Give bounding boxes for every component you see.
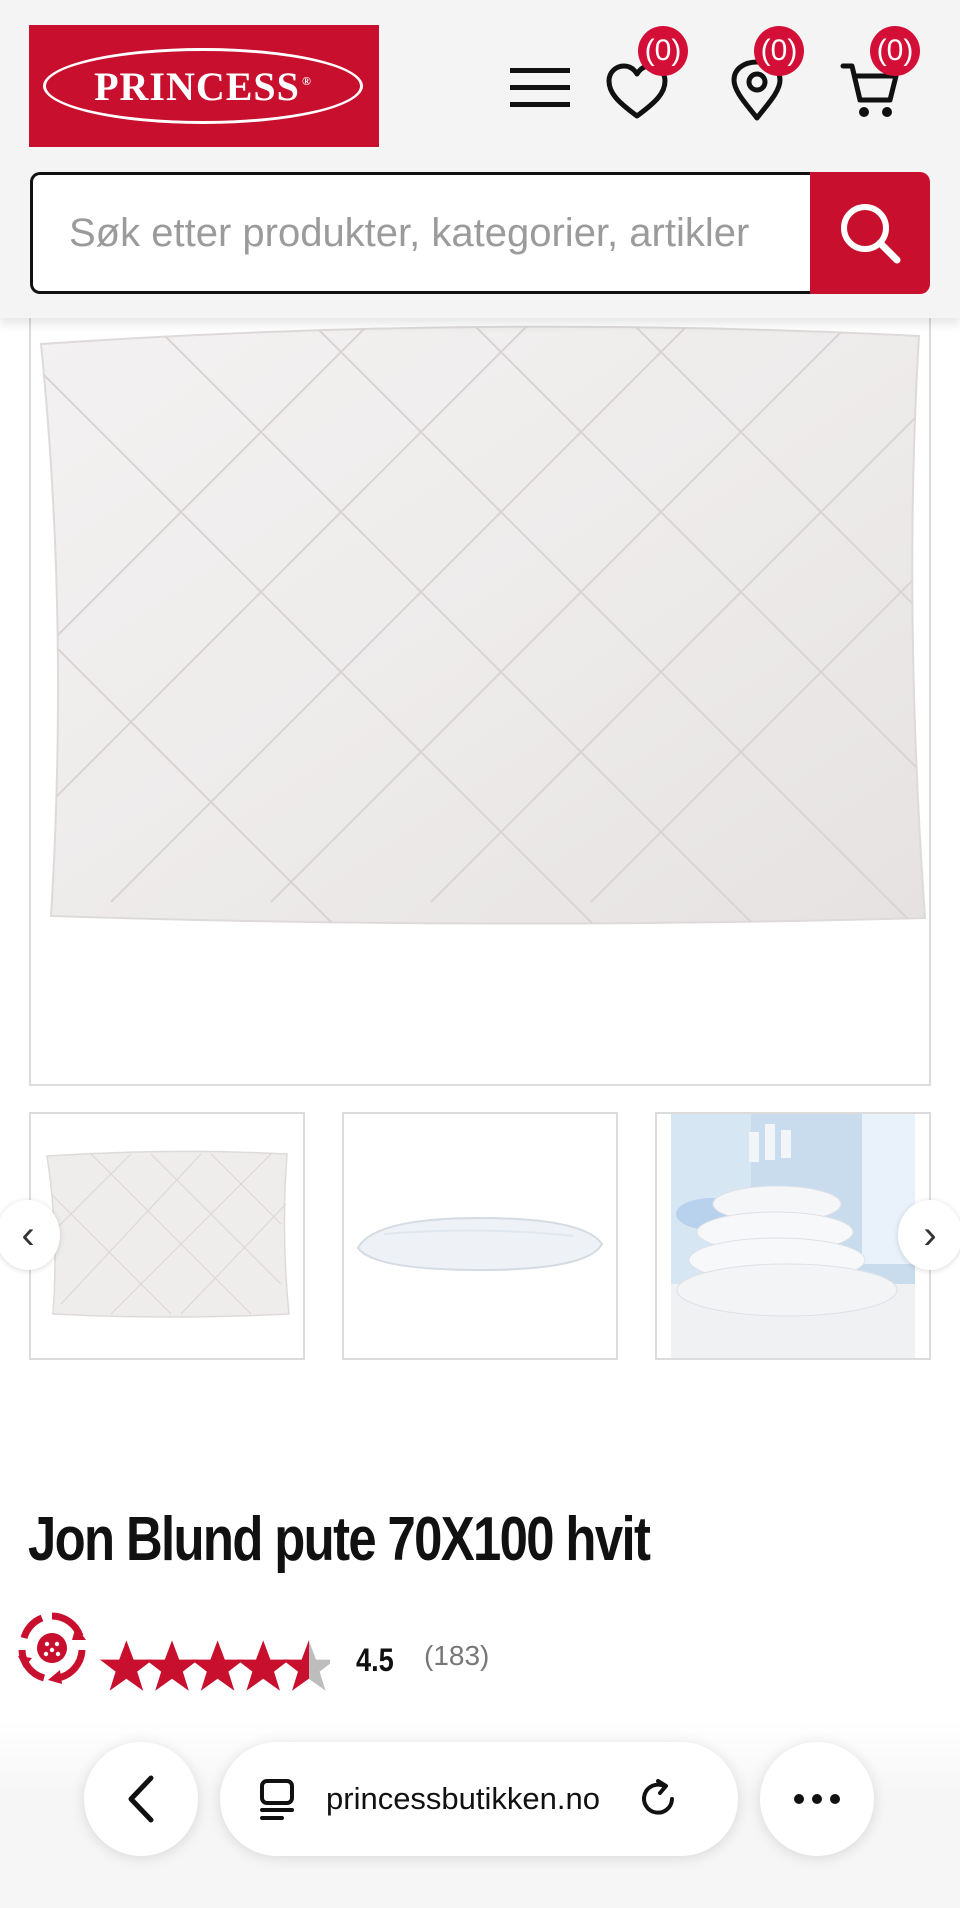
browser-back-button[interactable] bbox=[84, 1742, 198, 1856]
gallery-next-button[interactable]: › bbox=[898, 1200, 960, 1270]
store-locator-button[interactable]: (0) bbox=[724, 26, 804, 124]
address-bar[interactable]: princessbutikken.no bbox=[220, 1742, 738, 1856]
chevron-right-icon: › bbox=[923, 1212, 937, 1257]
logo-text: PRINCESS ® bbox=[94, 63, 312, 109]
princess-logo[interactable]: PRINCESS ® bbox=[29, 25, 379, 147]
site-header: PRINCESS ® (0) (0) (0) bbox=[0, 0, 960, 318]
product-title: Jon Blund pute 70X100 hvit bbox=[28, 1505, 651, 1574]
cart-button[interactable]: (0) bbox=[840, 26, 930, 124]
logo-oval: PRINCESS ® bbox=[43, 48, 363, 124]
browser-toolbar: princessbutikken.no bbox=[0, 1720, 960, 1908]
thumbnail-3[interactable] bbox=[655, 1112, 931, 1360]
thumbnail-2[interactable] bbox=[342, 1112, 618, 1360]
search-bar bbox=[30, 172, 930, 294]
pillow-thumbnail-image bbox=[46, 1150, 290, 1318]
rating-value: 4.5 bbox=[356, 1642, 394, 1678]
search-icon bbox=[841, 204, 901, 264]
rating-row: 4.5 (183) bbox=[14, 1610, 614, 1700]
star-rating bbox=[100, 1640, 330, 1691]
cart-count-badge: (0) bbox=[870, 26, 920, 76]
search-input[interactable] bbox=[30, 172, 812, 294]
bedroom-pillows-thumbnail-image bbox=[671, 1114, 915, 1358]
star-icon bbox=[236, 1640, 290, 1691]
recycle-badge-icon bbox=[18, 1612, 86, 1684]
pillow-image bbox=[39, 325, 927, 925]
menu-button[interactable] bbox=[508, 64, 572, 112]
url-text: princessbutikken.no bbox=[326, 1781, 600, 1816]
wishlist-count-badge: (0) bbox=[638, 26, 688, 76]
product-main-image[interactable] bbox=[29, 300, 931, 1086]
stores-count-badge: (0) bbox=[754, 26, 804, 76]
hamburger-icon bbox=[510, 68, 570, 107]
chevron-left-icon: ‹ bbox=[21, 1212, 35, 1257]
back-chevron-icon bbox=[128, 1775, 154, 1823]
search-button[interactable] bbox=[810, 172, 930, 294]
wishlist-button[interactable]: (0) bbox=[604, 26, 688, 122]
browser-more-button[interactable] bbox=[760, 1742, 874, 1856]
thumbnail-1[interactable] bbox=[29, 1112, 305, 1360]
pillow-side-thumbnail-image bbox=[356, 1216, 604, 1272]
thumbnail-strip bbox=[0, 1112, 960, 1362]
more-dots-icon bbox=[794, 1794, 840, 1804]
star-icon bbox=[100, 1640, 153, 1691]
half-star-icon bbox=[282, 1640, 330, 1691]
star-icon bbox=[191, 1640, 244, 1691]
reload-icon[interactable] bbox=[636, 1777, 680, 1821]
review-count[interactable]: (183) bbox=[424, 1640, 489, 1672]
tab-overview-icon bbox=[260, 1779, 294, 1820]
star-icon bbox=[145, 1640, 199, 1691]
